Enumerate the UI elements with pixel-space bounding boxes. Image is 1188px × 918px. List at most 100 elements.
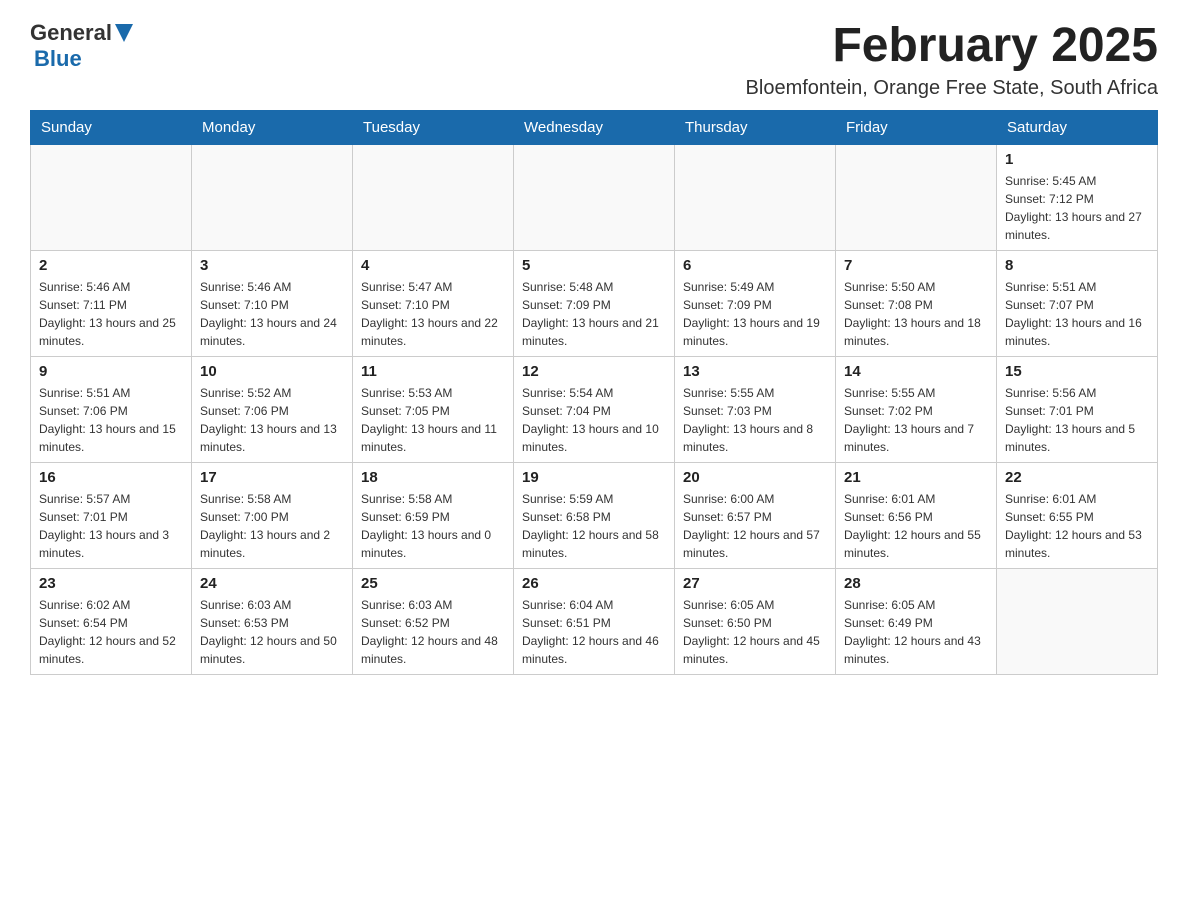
cell-content: 2 Sunrise: 5:46 AMSunset: 7:11 PMDaylight… — [39, 257, 183, 350]
day-number: 8 — [1005, 257, 1149, 274]
calendar-cell: 9Sunrise: 5:51 AMSunset: 7:06 PMDaylight… — [31, 356, 192, 462]
calendar-cell — [997, 568, 1158, 674]
day-number: 9 — [39, 363, 183, 380]
cell-content: 20Sunrise: 6:00 AMSunset: 6:57 PMDayligh… — [683, 469, 827, 562]
calendar-cell: 22 Sunrise: 6:01 AMSunset: 6:55 PMDayligh… — [997, 462, 1158, 568]
column-header-friday: Friday — [836, 110, 997, 144]
month-title: February 2025 — [746, 20, 1158, 73]
logo-blue-text: Blue — [34, 46, 82, 71]
cell-content: 10 Sunrise: 5:52 AMSunset: 7:06 PMDayligh… — [200, 363, 344, 456]
day-info: Sunrise: 5:58 AMSunset: 7:00 PMDaylight:… — [200, 490, 344, 562]
calendar-cell — [836, 144, 997, 250]
cell-content: 21Sunrise: 6:01 AMSunset: 6:56 PMDayligh… — [844, 469, 988, 562]
day-number: 22 — [1005, 469, 1149, 486]
day-number: 20 — [683, 469, 827, 486]
day-info: Sunrise: 5:48 AMSunset: 7:09 PMDaylight:… — [522, 278, 666, 350]
day-info: Sunrise: 6:04 AMSunset: 6:51 PMDaylight:… — [522, 596, 666, 668]
cell-content: 3 Sunrise: 5:46 AMSunset: 7:10 PMDaylight… — [200, 257, 344, 350]
title-area: February 2025 Bloemfontein, Orange Free … — [746, 20, 1158, 100]
cell-content: 25Sunrise: 6:03 AMSunset: 6:52 PMDayligh… — [361, 575, 505, 668]
day-number: 25 — [361, 575, 505, 592]
day-info: Sunrise: 5:56 AMSunset: 7:01 PMDaylight:… — [1005, 384, 1149, 456]
calendar-cell: 15Sunrise: 5:56 AMSunset: 7:01 PMDayligh… — [997, 356, 1158, 462]
day-info: Sunrise: 5:51 AMSunset: 7:07 PMDaylight:… — [1005, 278, 1149, 350]
cell-content: 7 Sunrise: 5:50 AMSunset: 7:08 PMDaylight… — [844, 257, 988, 350]
day-number: 1 — [1005, 151, 1149, 168]
calendar-week-5: 23Sunrise: 6:02 AMSunset: 6:54 PMDayligh… — [31, 568, 1158, 674]
column-header-saturday: Saturday — [997, 110, 1158, 144]
day-number: 18 — [361, 469, 505, 486]
calendar-week-4: 16 Sunrise: 5:57 AMSunset: 7:01 PMDayligh… — [31, 462, 1158, 568]
calendar-cell: 17Sunrise: 5:58 AMSunset: 7:00 PMDayligh… — [192, 462, 353, 568]
day-info: Sunrise: 6:02 AMSunset: 6:54 PMDaylight:… — [39, 596, 183, 668]
day-number: 14 — [844, 363, 988, 380]
calendar-cell: 20Sunrise: 6:00 AMSunset: 6:57 PMDayligh… — [675, 462, 836, 568]
day-info: Sunrise: 5:50 AMSunset: 7:08 PMDaylight:… — [844, 278, 988, 350]
day-number: 7 — [844, 257, 988, 274]
day-info: Sunrise: 5:47 AMSunset: 7:10 PMDaylight:… — [361, 278, 505, 350]
calendar-cell: 6 Sunrise: 5:49 AMSunset: 7:09 PMDaylight… — [675, 250, 836, 356]
calendar-cell: 8 Sunrise: 5:51 AMSunset: 7:07 PMDaylight… — [997, 250, 1158, 356]
day-info: Sunrise: 5:45 AMSunset: 7:12 PMDaylight:… — [1005, 172, 1149, 244]
cell-content: 23Sunrise: 6:02 AMSunset: 6:54 PMDayligh… — [39, 575, 183, 668]
cell-content: 4Sunrise: 5:47 AMSunset: 7:10 PMDaylight… — [361, 257, 505, 350]
calendar-cell: 5 Sunrise: 5:48 AMSunset: 7:09 PMDaylight… — [514, 250, 675, 356]
calendar-cell — [675, 144, 836, 250]
calendar-cell: 23Sunrise: 6:02 AMSunset: 6:54 PMDayligh… — [31, 568, 192, 674]
calendar-cell: 21Sunrise: 6:01 AMSunset: 6:56 PMDayligh… — [836, 462, 997, 568]
day-info: Sunrise: 5:58 AMSunset: 6:59 PMDaylight:… — [361, 490, 505, 562]
logo: General Blue — [30, 20, 133, 72]
cell-content: 8 Sunrise: 5:51 AMSunset: 7:07 PMDaylight… — [1005, 257, 1149, 350]
day-info: Sunrise: 5:46 AMSunset: 7:10 PMDaylight:… — [200, 278, 344, 350]
day-number: 3 — [200, 257, 344, 274]
calendar-cell: 27Sunrise: 6:05 AMSunset: 6:50 PMDayligh… — [675, 568, 836, 674]
day-number: 10 — [200, 363, 344, 380]
day-number: 16 — [39, 469, 183, 486]
calendar-table: SundayMondayTuesdayWednesdayThursdayFrid… — [30, 110, 1158, 675]
day-number: 2 — [39, 257, 183, 274]
column-header-wednesday: Wednesday — [514, 110, 675, 144]
day-info: Sunrise: 6:01 AMSunset: 6:55 PMDaylight:… — [1005, 490, 1149, 562]
logo-arrow-icon — [115, 24, 133, 42]
cell-content: 6 Sunrise: 5:49 AMSunset: 7:09 PMDaylight… — [683, 257, 827, 350]
calendar-cell: 28Sunrise: 6:05 AMSunset: 6:49 PMDayligh… — [836, 568, 997, 674]
day-number: 6 — [683, 257, 827, 274]
day-number: 5 — [522, 257, 666, 274]
calendar-cell: 7 Sunrise: 5:50 AMSunset: 7:08 PMDaylight… — [836, 250, 997, 356]
logo-general-text: General — [30, 20, 112, 46]
calendar-cell: 14Sunrise: 5:55 AMSunset: 7:02 PMDayligh… — [836, 356, 997, 462]
column-header-monday: Monday — [192, 110, 353, 144]
day-info: Sunrise: 5:52 AMSunset: 7:06 PMDaylight:… — [200, 384, 344, 456]
day-info: Sunrise: 5:57 AMSunset: 7:01 PMDaylight:… — [39, 490, 183, 562]
day-number: 21 — [844, 469, 988, 486]
calendar-cell: 25Sunrise: 6:03 AMSunset: 6:52 PMDayligh… — [353, 568, 514, 674]
calendar-cell: 12Sunrise: 5:54 AMSunset: 7:04 PMDayligh… — [514, 356, 675, 462]
day-info: Sunrise: 5:46 AMSunset: 7:11 PMDaylight:… — [39, 278, 183, 350]
day-info: Sunrise: 5:49 AMSunset: 7:09 PMDaylight:… — [683, 278, 827, 350]
calendar-header-row: SundayMondayTuesdayWednesdayThursdayFrid… — [31, 110, 1158, 144]
cell-content: 22 Sunrise: 6:01 AMSunset: 6:55 PMDayligh… — [1005, 469, 1149, 562]
day-number: 24 — [200, 575, 344, 592]
cell-content: 18 Sunrise: 5:58 AMSunset: 6:59 PMDayligh… — [361, 469, 505, 562]
calendar-cell: 13Sunrise: 5:55 AMSunset: 7:03 PMDayligh… — [675, 356, 836, 462]
cell-content: 19Sunrise: 5:59 AMSunset: 6:58 PMDayligh… — [522, 469, 666, 562]
calendar-cell — [31, 144, 192, 250]
calendar-cell: 24 Sunrise: 6:03 AMSunset: 6:53 PMDayligh… — [192, 568, 353, 674]
calendar-cell: 4Sunrise: 5:47 AMSunset: 7:10 PMDaylight… — [353, 250, 514, 356]
day-number: 12 — [522, 363, 666, 380]
day-number: 13 — [683, 363, 827, 380]
cell-content: 24 Sunrise: 6:03 AMSunset: 6:53 PMDayligh… — [200, 575, 344, 668]
calendar-cell: 10 Sunrise: 5:52 AMSunset: 7:06 PMDayligh… — [192, 356, 353, 462]
day-number: 26 — [522, 575, 666, 592]
calendar-cell — [514, 144, 675, 250]
day-info: Sunrise: 6:03 AMSunset: 6:53 PMDaylight:… — [200, 596, 344, 668]
calendar-week-3: 9Sunrise: 5:51 AMSunset: 7:06 PMDaylight… — [31, 356, 1158, 462]
day-info: Sunrise: 5:53 AMSunset: 7:05 PMDaylight:… — [361, 384, 505, 456]
cell-content: 5 Sunrise: 5:48 AMSunset: 7:09 PMDaylight… — [522, 257, 666, 350]
cell-content: 1 Sunrise: 5:45 AMSunset: 7:12 PMDaylight… — [1005, 151, 1149, 244]
column-header-thursday: Thursday — [675, 110, 836, 144]
day-info: Sunrise: 6:05 AMSunset: 6:49 PMDaylight:… — [844, 596, 988, 668]
location-subtitle: Bloemfontein, Orange Free State, South A… — [746, 77, 1158, 100]
calendar-cell: 26 Sunrise: 6:04 AMSunset: 6:51 PMDayligh… — [514, 568, 675, 674]
calendar-week-1: 1 Sunrise: 5:45 AMSunset: 7:12 PMDaylight… — [31, 144, 1158, 250]
